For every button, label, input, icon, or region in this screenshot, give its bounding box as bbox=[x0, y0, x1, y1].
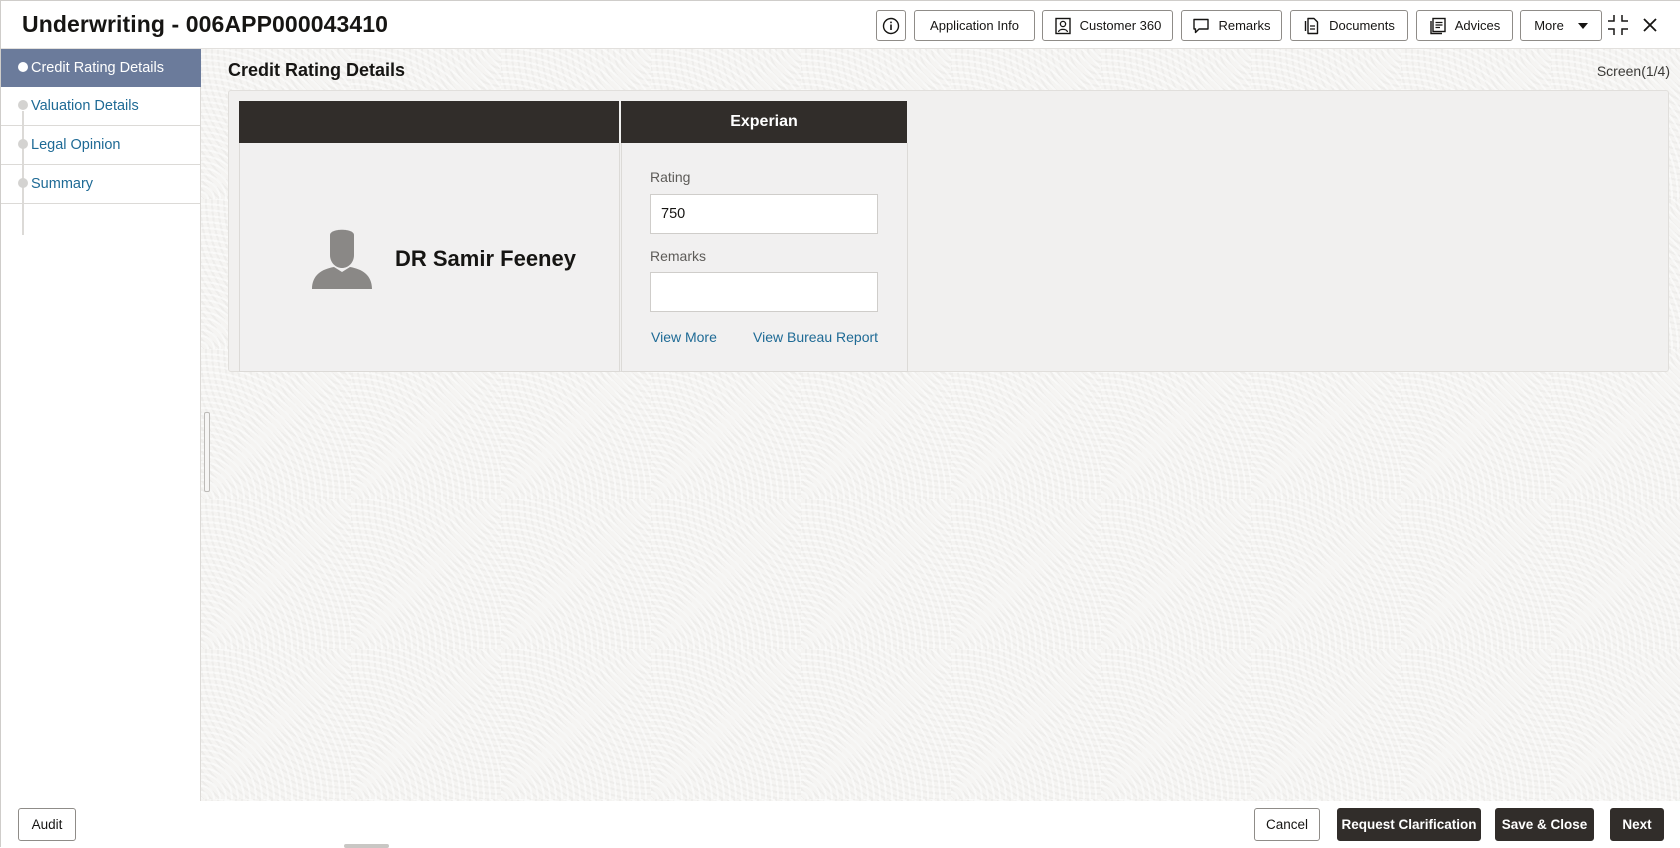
cancel-button[interactable]: Cancel bbox=[1254, 808, 1320, 841]
rating-field[interactable] bbox=[650, 194, 878, 234]
sidebar-item-label: Credit Rating Details bbox=[31, 59, 164, 76]
customer-360-button[interactable]: Customer 360 bbox=[1042, 10, 1173, 41]
remarks-label: Remarks bbox=[650, 248, 707, 264]
view-more-link[interactable]: View More bbox=[651, 329, 717, 345]
document-icon bbox=[1304, 17, 1319, 34]
panel-resize-handle[interactable] bbox=[204, 412, 210, 492]
header-bar: Underwriting - 006APP000043410 Applicati… bbox=[1, 1, 1680, 49]
step-indicator-icon bbox=[18, 100, 28, 110]
main-content: Credit Rating Details Screen(1/4) DR Sam… bbox=[201, 49, 1680, 801]
bureau-cell: Rating Remarks View More View Bureau Rep… bbox=[621, 143, 908, 372]
rating-label: Rating bbox=[650, 169, 691, 185]
customer-card-icon bbox=[1054, 17, 1071, 34]
comment-icon bbox=[1193, 18, 1210, 33]
section-title: Credit Rating Details bbox=[228, 60, 406, 80]
next-button[interactable]: Next bbox=[1610, 808, 1664, 841]
close-icon[interactable] bbox=[1636, 7, 1664, 43]
sidebar-item-legal-opinion[interactable]: Legal Opinion bbox=[1, 126, 201, 165]
sidebar-item-credit-rating-details[interactable]: Credit Rating Details bbox=[1, 49, 201, 87]
applicant-column-header bbox=[239, 101, 619, 143]
advice-list-icon bbox=[1430, 17, 1446, 34]
step-indicator-icon bbox=[18, 139, 28, 149]
credit-rating-panel: DR Samir Feeney Experian Rating Remarks … bbox=[228, 90, 1669, 372]
audit-button[interactable]: Audit bbox=[18, 808, 76, 841]
step-indicator-icon bbox=[18, 178, 28, 188]
documents-label: Documents bbox=[1329, 18, 1395, 33]
save-close-button[interactable]: Save & Close bbox=[1495, 808, 1594, 841]
remarks-field[interactable] bbox=[650, 272, 878, 312]
sidebar-item-label: Legal Opinion bbox=[31, 137, 121, 153]
underwriting-window: Underwriting - 006APP000043410 Applicati… bbox=[0, 0, 1680, 848]
sidebar-item-label: Valuation Details bbox=[31, 98, 139, 114]
advices-label: Advices bbox=[1454, 18, 1501, 33]
remarks-label: Remarks bbox=[1218, 18, 1271, 33]
customer-360-label: Customer 360 bbox=[1079, 18, 1162, 33]
remarks-button[interactable]: Remarks bbox=[1181, 10, 1282, 41]
person-avatar-icon bbox=[312, 229, 372, 289]
documents-button[interactable]: Documents bbox=[1290, 10, 1408, 41]
applicant-name: DR Samir Feeney bbox=[395, 246, 576, 271]
more-label: More bbox=[1534, 18, 1564, 33]
sidebar-item-label: Summary bbox=[31, 176, 94, 192]
bureau-column-header: Experian bbox=[621, 101, 907, 143]
step-navigation: Credit Rating Details Valuation Details … bbox=[1, 49, 201, 801]
sidebar-item-summary[interactable]: Summary bbox=[1, 165, 201, 204]
view-bureau-report-link[interactable]: View Bureau Report bbox=[753, 329, 878, 345]
applicant-cell: DR Samir Feeney bbox=[239, 143, 620, 372]
application-info-button[interactable]: Application Info bbox=[914, 10, 1035, 41]
info-button[interactable] bbox=[876, 10, 906, 41]
info-icon bbox=[882, 17, 900, 34]
application-info-label: Application Info bbox=[930, 18, 1019, 33]
more-dropdown[interactable]: More bbox=[1520, 10, 1602, 41]
sidebar-item-valuation-details[interactable]: Valuation Details bbox=[1, 87, 201, 126]
collapse-icon[interactable] bbox=[1604, 7, 1632, 43]
step-indicator-icon bbox=[18, 62, 28, 72]
screen-indicator: Screen(1/4) bbox=[1596, 63, 1670, 79]
horizontal-scrollbar[interactable] bbox=[344, 844, 389, 848]
advices-button[interactable]: Advices bbox=[1416, 10, 1513, 41]
caret-down-icon bbox=[1577, 22, 1588, 29]
request-clarification-button[interactable]: Request Clarification bbox=[1337, 808, 1481, 841]
page-header-title: Underwriting - 006APP000043410 bbox=[22, 11, 389, 37]
footer-bar: Audit Cancel Request Clarification Save … bbox=[1, 801, 1680, 848]
